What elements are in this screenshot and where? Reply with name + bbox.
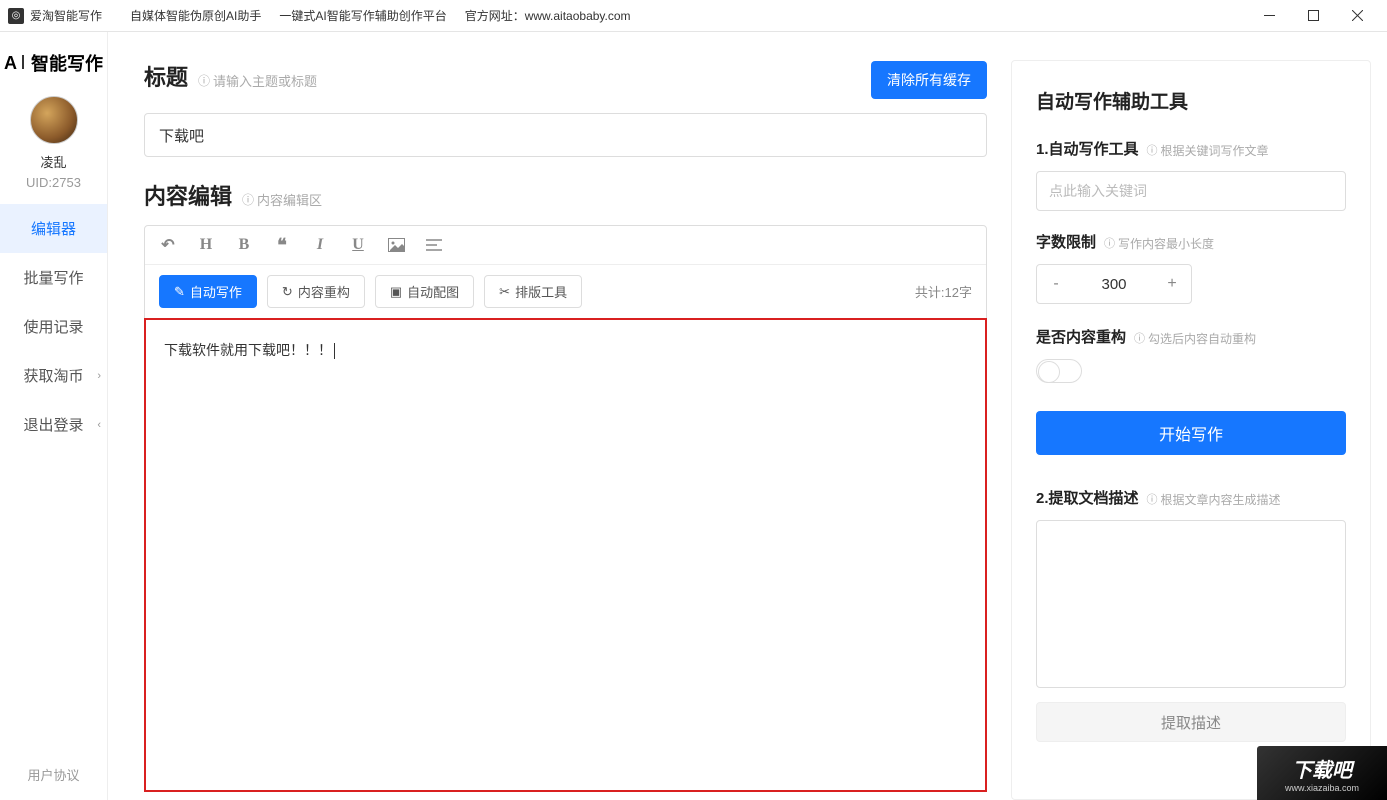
start-writing-button[interactable]: 开始写作 — [1036, 411, 1346, 455]
sidebar: A 智能写作 凌乱 UID:2753 编辑器 批量写作 使用记录 获取淘币› 退… — [0, 32, 108, 800]
word-count: 共计:12字 — [915, 282, 972, 301]
undo-icon[interactable]: ↶ — [159, 236, 177, 254]
app-icon: ◎ — [8, 8, 24, 24]
nav-batch[interactable]: 批量写作 — [0, 253, 107, 302]
website-label: 官方网址：www.aitaobaby.com — [465, 7, 631, 24]
title-label: 标题 — [144, 60, 188, 92]
auto-write-button[interactable]: ✎自动写作 — [159, 275, 257, 308]
titlebar: ◎ 爱淘智能写作 自媒体智能伪原创AI助手 一键式AI智能写作辅助创作平台 官方… — [0, 0, 1387, 32]
word-limit-spinner: - 300 + — [1036, 264, 1192, 304]
editor-body-text: 下载软件就用下载吧！！！ — [164, 342, 332, 358]
auto-image-button[interactable]: ▣自动配图 — [375, 275, 474, 308]
assist-panel: 自动写作辅助工具 1.自动写作工具 根据关键词写作文章 字数限制 写作内容最小长… — [1011, 60, 1371, 800]
panel-title: 自动写作辅助工具 — [1036, 87, 1346, 114]
nav-logout[interactable]: 退出登录‹ — [0, 400, 107, 449]
titlebar-taglines: 自媒体智能伪原创AI助手 一键式AI智能写作辅助创作平台 官方网址：www.ai… — [130, 7, 631, 24]
underline-icon[interactable]: U — [349, 236, 367, 254]
description-textarea[interactable] — [1036, 520, 1346, 688]
restructure-button[interactable]: ↻内容重构 — [267, 275, 365, 308]
minimize-button[interactable] — [1247, 1, 1291, 31]
action-toolbar: ✎自动写作 ↻内容重构 ▣自动配图 ✂排版工具 共计:12字 — [145, 265, 986, 318]
editor-column: 标题 请输入主题或标题 清除所有缓存 内容编辑 内容编辑区 ↶ H B ❝ I … — [144, 60, 987, 800]
heading-icon[interactable]: H — [197, 236, 215, 254]
close-button[interactable] — [1335, 1, 1379, 31]
text-cursor — [334, 343, 335, 359]
watermark-url: www.xiazaiba.com — [1285, 783, 1359, 793]
italic-icon[interactable]: I — [311, 236, 329, 254]
nav-coins[interactable]: 获取淘币› — [0, 351, 107, 400]
keyword-input[interactable] — [1036, 171, 1346, 211]
user-agreement-link[interactable]: 用户协议 — [27, 749, 79, 800]
bold-icon[interactable]: B — [235, 236, 253, 254]
editor-textarea[interactable]: 下载软件就用下载吧！！！ — [144, 318, 987, 792]
increment-button[interactable]: + — [1153, 265, 1191, 303]
pencil-icon: ✎ — [174, 284, 185, 300]
tagline-1: 自媒体智能伪原创AI助手 — [130, 7, 261, 24]
title-input[interactable] — [144, 113, 987, 157]
refresh-icon: ↻ — [282, 284, 293, 300]
content-hint: 内容编辑区 — [242, 190, 322, 209]
window-controls — [1247, 1, 1379, 31]
extract-section-title: 2.提取文档描述 — [1036, 487, 1139, 508]
word-limit-title: 字数限制 — [1036, 231, 1096, 252]
avatar[interactable] — [30, 96, 78, 144]
title-hint: 请输入主题或标题 — [198, 71, 317, 90]
tool-icon: ✂ — [499, 284, 510, 300]
restructure-toggle-title: 是否内容重构 — [1036, 326, 1126, 347]
word-limit-hint: 写作内容最小长度 — [1104, 235, 1214, 252]
layout-tool-button[interactable]: ✂排版工具 — [484, 275, 582, 308]
logo-text: 智能写作 — [31, 50, 103, 76]
align-icon[interactable] — [425, 236, 443, 254]
sidebar-logo: A 智能写作 — [4, 50, 103, 76]
nav-editor[interactable]: 编辑器 — [0, 204, 107, 253]
auto-write-section-hint: 根据关键词写作文章 — [1147, 142, 1269, 159]
quote-icon[interactable]: ❝ — [273, 236, 291, 254]
picture-icon: ▣ — [390, 284, 402, 300]
maximize-button[interactable] — [1291, 1, 1335, 31]
app-name: 爱淘智能写作 — [30, 7, 102, 24]
nav-history[interactable]: 使用记录 — [0, 302, 107, 351]
word-limit-value: 300 — [1075, 276, 1153, 293]
watermark: 下载吧 www.xiazaiba.com — [1257, 746, 1387, 800]
clear-cache-button[interactable]: 清除所有缓存 — [871, 61, 987, 99]
user-id: UID:2753 — [26, 175, 81, 190]
content-label: 内容编辑 — [144, 179, 232, 211]
extract-description-button[interactable]: 提取描述 — [1036, 702, 1346, 742]
username: 凌乱 — [40, 152, 66, 171]
extract-section-hint: 根据文章内容生成描述 — [1147, 491, 1281, 508]
tagline-2: 一键式AI智能写作辅助创作平台 — [279, 7, 446, 24]
auto-write-section-title: 1.自动写作工具 — [1036, 138, 1139, 159]
restructure-toggle[interactable] — [1036, 359, 1082, 383]
restructure-toggle-hint: 勾选后内容自动重构 — [1134, 330, 1256, 347]
chevron-left-icon: ‹ — [97, 419, 101, 431]
editor-container: ↶ H B ❝ I U ✎自动写作 ↻内容重构 ▣自动配图 ✂排版工具 共计:1… — [144, 225, 987, 792]
format-toolbar: ↶ H B ❝ I U — [145, 226, 986, 265]
watermark-text: 下载吧 — [1292, 754, 1352, 783]
image-icon[interactable] — [387, 236, 405, 254]
logo-icon: A — [4, 53, 29, 74]
chevron-right-icon: › — [97, 370, 101, 382]
decrement-button[interactable]: - — [1037, 265, 1075, 303]
